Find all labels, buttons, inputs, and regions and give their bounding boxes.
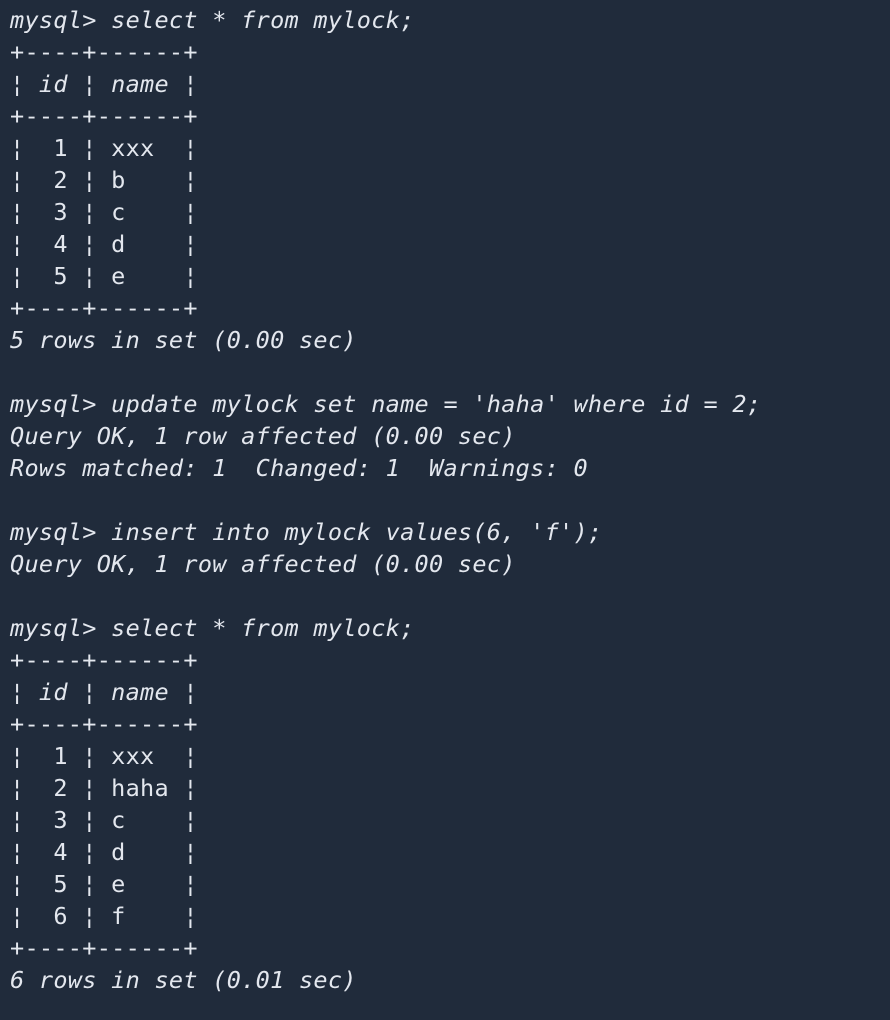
terminal-line: mysql> select * from mylock; [10,6,415,34]
terminal-window[interactable]: mysql> select * from mylock; +----+------… [0,0,890,1020]
terminal-line: +----+------+ [10,934,198,962]
terminal-line: +----+------+ [10,102,198,130]
terminal-line: ¦ 1 ¦ xxx ¦ [10,742,198,770]
terminal-line: ¦ id ¦ name ¦ [10,70,198,98]
terminal-line: 6 rows in set (0.01 sec) [10,966,357,994]
terminal-line: ¦ 2 ¦ b ¦ [10,166,198,194]
terminal-line: ¦ 6 ¦ f ¦ [10,902,198,930]
terminal-line: ¦ 4 ¦ d ¦ [10,230,198,258]
terminal-line: ¦ 5 ¦ e ¦ [10,262,198,290]
terminal-line: mysql> insert into mylock values(6, 'f')… [10,518,603,546]
terminal-line: mysql> update mylock set name = 'haha' w… [10,390,762,418]
terminal-line: +----+------+ [10,646,198,674]
terminal-line: ¦ id ¦ name ¦ [10,678,198,706]
terminal-line: Rows matched: 1 Changed: 1 Warnings: 0 [10,454,588,482]
terminal-line: +----+------+ [10,38,198,66]
terminal-line: ¦ 4 ¦ d ¦ [10,838,198,866]
terminal-line: Query OK, 1 row affected (0.00 sec) [10,550,516,578]
terminal-line: ¦ 5 ¦ e ¦ [10,870,198,898]
terminal-line: ¦ 1 ¦ xxx ¦ [10,134,198,162]
terminal-line: +----+------+ [10,294,198,322]
terminal-line: ¦ 3 ¦ c ¦ [10,806,198,834]
terminal-line: mysql> select * from mylock; [10,614,415,642]
terminal-line: Query OK, 1 row affected (0.00 sec) [10,422,516,450]
terminal-line: +----+------+ [10,710,198,738]
terminal-line: ¦ 2 ¦ haha ¦ [10,774,198,802]
terminal-line: ¦ 3 ¦ c ¦ [10,198,198,226]
terminal-line: 5 rows in set (0.00 sec) [10,326,357,354]
terminal-output: mysql> select * from mylock; +----+------… [10,4,890,996]
